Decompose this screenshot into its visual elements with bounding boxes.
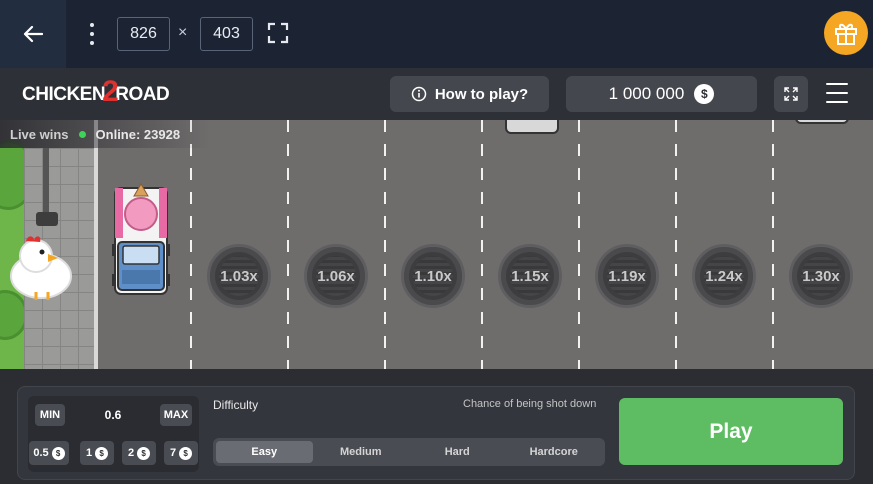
- lane-divider: [190, 120, 192, 369]
- game-logo: CHICKEN 2 ROAD: [22, 75, 170, 110]
- quick-bet-button[interactable]: 0.5 $: [29, 441, 69, 465]
- lane-multiplier-7[interactable]: 1.30x: [789, 244, 853, 308]
- back-button[interactable]: [0, 0, 66, 68]
- chance-label: Chance of being shot down: [463, 398, 597, 410]
- logo-text-two: 2: [102, 75, 119, 108]
- live-status-bar: Live wins Online: 23928: [0, 120, 210, 148]
- live-wins-label: Live wins: [10, 126, 69, 142]
- multiplier-label: 1.06x: [317, 267, 355, 285]
- difficulty-label: Difficulty: [213, 398, 259, 412]
- multiplier-label: 1.03x: [220, 267, 258, 285]
- lane-divider: [578, 120, 580, 369]
- lane-divider: [287, 120, 289, 369]
- logo-text-chicken: CHICKEN: [22, 84, 106, 105]
- width-field[interactable]: 826: [117, 17, 170, 51]
- hamburger-menu-icon[interactable]: [826, 83, 848, 103]
- more-options-icon[interactable]: [84, 20, 100, 48]
- times-symbol: ×: [178, 24, 188, 41]
- difficulty-tab-hardcore[interactable]: Hardcore: [506, 441, 603, 463]
- street-lamp-pole: [43, 148, 49, 220]
- lane-multiplier-5[interactable]: 1.19x: [595, 244, 659, 308]
- multiplier-label: 1.19x: [608, 267, 646, 285]
- expand-button[interactable]: [774, 76, 808, 112]
- road-scene: Live wins Online: 23928 1.03x 1.06x 1.10…: [0, 120, 873, 369]
- info-icon: [411, 86, 427, 102]
- quick-bet-value: 0.5: [33, 447, 49, 459]
- lane-divider: [481, 120, 483, 369]
- bet-amount-input[interactable]: [70, 404, 156, 426]
- lane-multiplier-3[interactable]: 1.10x: [401, 244, 465, 308]
- play-button[interactable]: Play: [619, 398, 843, 465]
- multiplier-label: 1.24x: [705, 267, 743, 285]
- expand-arrows-icon: [784, 87, 798, 101]
- fullscreen-icon[interactable]: [266, 21, 290, 45]
- balance-value: 1 000 000: [608, 84, 685, 103]
- car: [505, 120, 559, 134]
- height-field[interactable]: 403: [200, 17, 253, 51]
- lane-divider: [384, 120, 386, 369]
- difficulty-selector: Easy Medium Hard Hardcore: [213, 438, 605, 466]
- quick-bet-value: 1: [85, 447, 93, 459]
- multiplier-label: 1.15x: [511, 267, 549, 285]
- difficulty-tab-hard[interactable]: Hard: [409, 441, 506, 463]
- street-lamp-base: [36, 212, 58, 226]
- dollar-coin-icon: $: [137, 446, 151, 460]
- online-indicator-dot: [78, 130, 86, 138]
- gift-icon: [835, 23, 857, 45]
- quick-bet-button[interactable]: 7 $: [164, 441, 198, 465]
- dollar-coin-icon: $: [179, 446, 193, 460]
- car: [795, 120, 849, 124]
- online-count: Online: 23928: [95, 126, 181, 142]
- balance-display: 1 000 000 $: [566, 76, 757, 112]
- dollar-coin-icon: $: [694, 84, 715, 104]
- curb: [94, 120, 98, 369]
- gift-button[interactable]: [824, 11, 868, 55]
- dollar-coin-icon: $: [95, 446, 109, 460]
- lane-multiplier-4[interactable]: 1.15x: [498, 244, 562, 308]
- height-value: 403: [213, 25, 240, 42]
- width-value: 826: [130, 25, 157, 42]
- quick-bet-value: 2: [127, 447, 135, 459]
- lane-multiplier-6[interactable]: 1.24x: [692, 244, 756, 308]
- chicken-character: [10, 236, 72, 300]
- lane-multiplier-2[interactable]: 1.06x: [304, 244, 368, 308]
- quick-bet-button[interactable]: 2 $: [122, 441, 156, 465]
- multiplier-label: 1.30x: [802, 267, 840, 285]
- how-to-play-button[interactable]: How to play?: [390, 76, 549, 112]
- quick-bet-value: 7: [169, 447, 177, 459]
- quick-bet-button[interactable]: 1 $: [80, 441, 114, 465]
- lane-multiplier-1[interactable]: 1.03x: [207, 244, 271, 308]
- min-bet-button[interactable]: MIN: [35, 404, 65, 426]
- lane-divider: [772, 120, 774, 369]
- ice-cream-truck: [112, 183, 170, 295]
- difficulty-tab-medium[interactable]: Medium: [313, 441, 410, 463]
- multiplier-label: 1.10x: [414, 267, 452, 285]
- max-bet-button[interactable]: MAX: [160, 404, 192, 426]
- lane-divider: [675, 120, 677, 369]
- difficulty-tab-easy[interactable]: Easy: [216, 441, 313, 463]
- logo-text-road: ROAD: [115, 84, 170, 105]
- dollar-coin-icon: $: [51, 446, 65, 460]
- arrow-left-icon: [23, 25, 43, 43]
- how-to-play-label: How to play?: [434, 85, 529, 103]
